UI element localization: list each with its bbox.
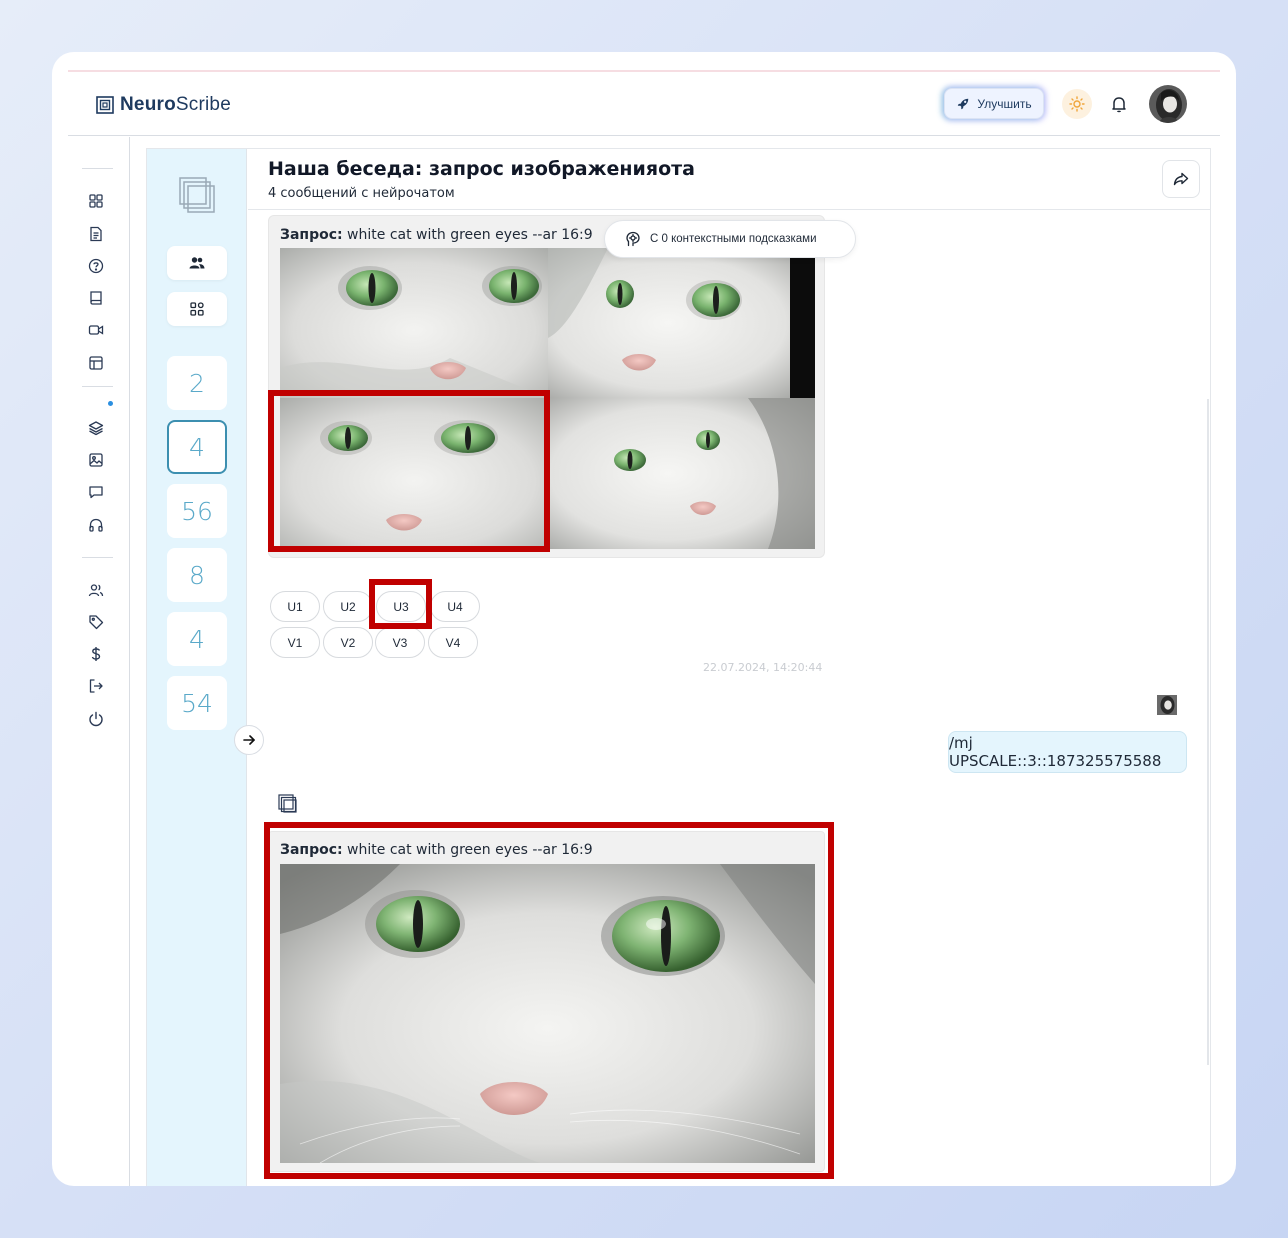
brand-logo[interactable]: NeuroScribe — [96, 94, 231, 116]
upscaled-image[interactable] — [280, 864, 815, 1163]
logout-icon[interactable] — [86, 676, 106, 696]
dashboard-icon[interactable] — [86, 191, 106, 211]
layers-icon[interactable] — [86, 418, 106, 438]
help-icon[interactable] — [86, 256, 106, 276]
chat-subtitle: 4 сообщений с нейрочатом — [268, 186, 455, 201]
upscaled-image-message: Запрос: white cat with green eyes --ar 1… — [268, 831, 825, 1172]
notifications-button[interactable] — [1106, 91, 1132, 117]
upscale-button-u3[interactable]: U3 — [376, 591, 426, 622]
variation-button-v1[interactable]: V1 — [270, 627, 320, 658]
user-message-avatar — [1157, 695, 1177, 715]
table-icon[interactable] — [86, 353, 106, 373]
upscale-button-u2[interactable]: U2 — [323, 591, 373, 622]
user-message-bubble: /mj UPSCALE::3::187325575588 — [948, 731, 1187, 773]
message-timestamp: 22.07.2024, 14:20:44 — [703, 661, 823, 674]
user-avatar[interactable] — [1149, 85, 1187, 123]
channel-tile[interactable]: 4 — [167, 612, 227, 666]
headphones-icon[interactable] — [86, 515, 106, 535]
power-icon[interactable] — [86, 709, 106, 729]
book-icon[interactable] — [86, 288, 106, 308]
bot-avatar-icon — [278, 794, 298, 819]
image-grid-message: Запрос: white cat with green eyes --ar 1… — [268, 215, 825, 558]
request-text: Запрос: white cat with green eyes --ar 1… — [280, 842, 593, 858]
chat-icon[interactable] — [86, 482, 106, 502]
share-icon — [1173, 172, 1189, 186]
group-chat-button[interactable] — [167, 246, 227, 280]
channel-tile[interactable]: 8 — [167, 548, 227, 602]
theme-toggle[interactable] — [1062, 89, 1092, 119]
upscale-button-u1[interactable]: U1 — [270, 591, 320, 622]
upgrade-label: Улучшить — [977, 96, 1032, 111]
apps-button[interactable] — [167, 292, 227, 326]
arrow-right-icon — [243, 735, 255, 745]
logo-icon — [96, 96, 114, 114]
request-text: Запрос: white cat with green eyes --ar 1… — [280, 227, 593, 243]
brand-name: NeuroScribe — [120, 94, 231, 115]
top-header: NeuroScribe Улучшить — [68, 72, 1220, 136]
users-icon[interactable] — [86, 580, 106, 600]
channel-tile[interactable]: 54 — [167, 676, 227, 730]
bell-icon — [1112, 97, 1126, 113]
group-icon — [189, 257, 205, 269]
apps-icon — [190, 302, 204, 316]
notification-dot — [108, 401, 113, 406]
upscale-button-u4[interactable]: U4 — [430, 591, 480, 622]
app-window: NeuroScribe Улучшить 2 4 56 8 4 54 Наша … — [52, 52, 1236, 1186]
variation-button-v2[interactable]: V2 — [323, 627, 373, 658]
expand-button[interactable] — [234, 725, 264, 755]
generated-image-2[interactable] — [548, 248, 815, 398]
variation-button-v3[interactable]: V3 — [375, 627, 425, 658]
sidebar-divider — [82, 386, 113, 387]
brain-icon — [626, 231, 640, 247]
left-sidebar — [68, 137, 130, 1186]
upgrade-button[interactable]: Улучшить — [944, 88, 1044, 119]
channel-tile[interactable]: 2 — [167, 356, 227, 410]
app-mark-icon — [179, 177, 215, 218]
generated-image-3[interactable] — [280, 398, 548, 549]
context-hints-label: С 0 контекстными подсказками — [650, 233, 817, 245]
chat-panel: 2 4 56 8 4 54 Наша беседа: запрос изобра… — [146, 148, 1211, 1186]
chat-area: Наша беседа: запрос изображенияота 4 соо… — [248, 149, 1210, 1186]
channel-column: 2 4 56 8 4 54 — [147, 149, 247, 1186]
chat-header: Наша беседа: запрос изображенияота 4 соо… — [248, 149, 1210, 210]
variation-button-v4[interactable]: V4 — [428, 627, 478, 658]
channel-tile-active[interactable]: 4 — [167, 420, 227, 474]
video-icon[interactable] — [86, 320, 106, 340]
image-icon[interactable] — [86, 450, 106, 470]
channel-tile[interactable]: 56 — [167, 484, 227, 538]
sidebar-divider — [82, 168, 113, 169]
context-hints-pill[interactable]: С 0 контекстными подсказками — [604, 220, 856, 258]
rocket-icon — [958, 98, 969, 109]
tag-icon[interactable] — [86, 612, 106, 632]
sun-icon — [1069, 96, 1085, 112]
chat-title: Наша беседа: запрос изображенияота — [268, 158, 695, 180]
share-button[interactable] — [1162, 160, 1200, 198]
generated-image-1[interactable] — [280, 248, 548, 398]
document-icon[interactable] — [86, 224, 106, 244]
dollar-icon[interactable] — [86, 644, 106, 664]
generated-image-4[interactable] — [548, 398, 815, 549]
sidebar-divider — [82, 557, 113, 558]
chat-scrollbar[interactable] — [1207, 399, 1209, 1065]
